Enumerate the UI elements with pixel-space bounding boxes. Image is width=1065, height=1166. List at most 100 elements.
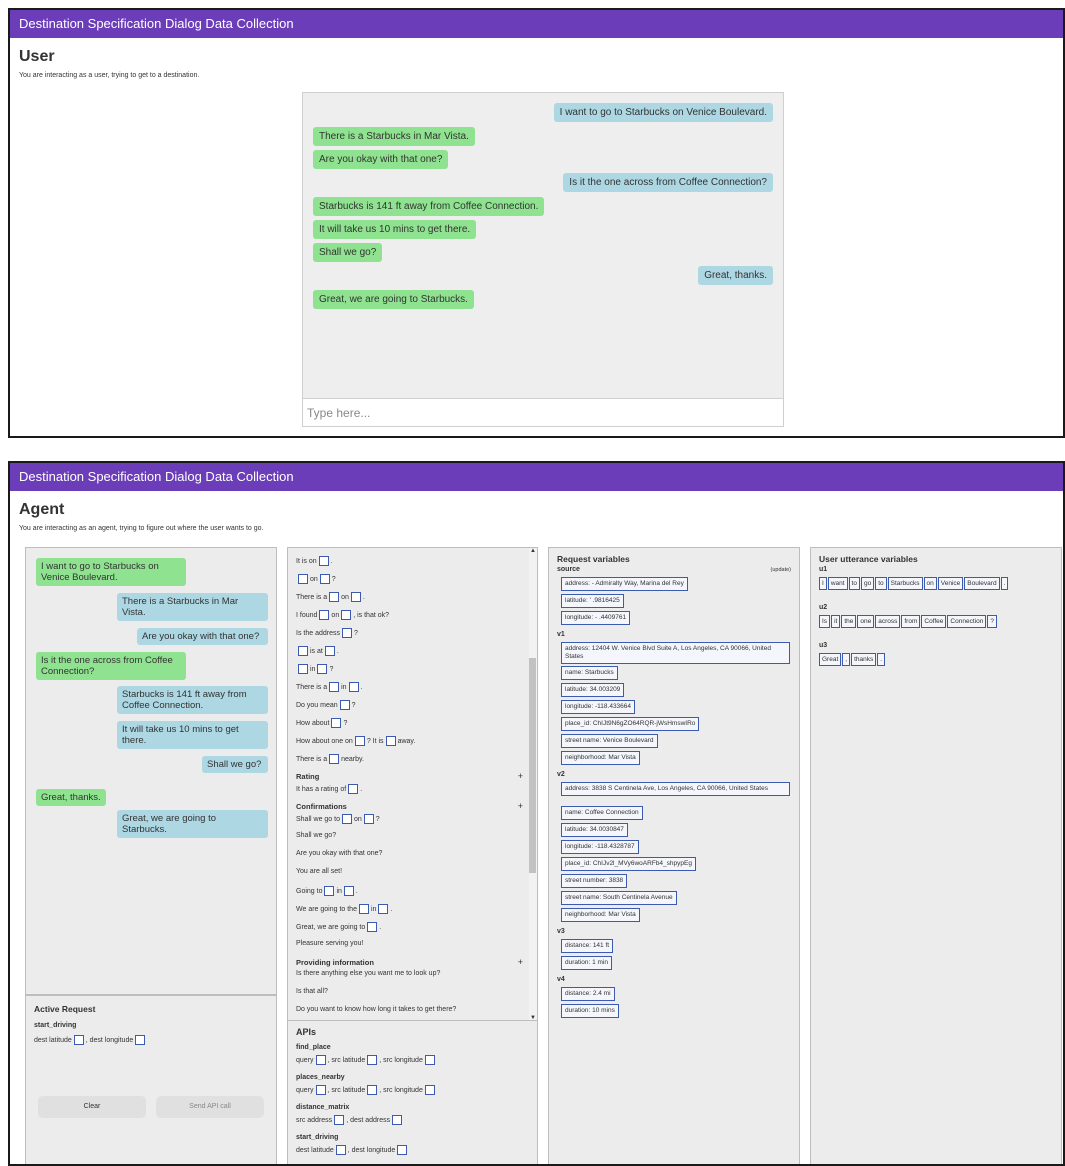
utterance-token[interactable]: it (831, 615, 841, 628)
request-variable[interactable]: latitude: 34.0030847 (561, 823, 628, 837)
request-variable[interactable]: distance: 2.4 mi (561, 987, 615, 1001)
utterance-token[interactable]: one (857, 615, 875, 628)
param-slot[interactable] (424, 1055, 435, 1065)
template-slot[interactable] (339, 700, 350, 710)
request-variable[interactable]: place_id: ChIJt9N6gZO64RQR-jWsHmswIRo (561, 717, 700, 731)
template-line[interactable]: I found on , is that ok? (296, 610, 389, 620)
template-line[interactable]: How about one on ? It is away. (296, 736, 415, 746)
utterance-token[interactable]: Coffee (921, 615, 947, 628)
request-variable[interactable]: address: 3838 S Centinela Ave, Los Angel… (561, 782, 790, 796)
param-slot[interactable] (315, 1085, 326, 1095)
template-line[interactable]: There is a nearby. (296, 754, 364, 764)
template-line[interactable]: Shall we go to on? (296, 814, 380, 824)
param-slot[interactable] (135, 1035, 146, 1045)
template-line[interactable]: on? (296, 574, 336, 584)
expand-icon[interactable]: + (518, 801, 523, 811)
utterance-token[interactable]: on (923, 577, 937, 590)
request-variable[interactable]: latitude: 34.003209 (561, 683, 625, 697)
template-line[interactable]: Is the address? (296, 628, 358, 638)
template-line[interactable]: Do you mean? (296, 700, 356, 710)
template-line[interactable]: There is a on. (296, 592, 365, 602)
request-variable[interactable]: latitude: ' .9816425 (561, 594, 624, 608)
scroll-thumb[interactable] (529, 658, 536, 873)
template-line[interactable]: Going to in. (296, 886, 358, 896)
request-variable[interactable]: address: - Admiralty Way, Marina del Rey (561, 577, 688, 591)
update-link[interactable]: (update) (771, 567, 792, 573)
clear-button[interactable]: Clear (38, 1096, 146, 1118)
template-line[interactable]: Is there anything else you want me to lo… (296, 970, 440, 977)
template-slot[interactable] (341, 814, 352, 824)
template-slot[interactable] (318, 556, 329, 566)
template-slot[interactable] (354, 736, 365, 746)
template-line[interactable]: There is a in. (296, 682, 363, 692)
utterance-token[interactable]: to (875, 577, 887, 590)
template-slot[interactable] (341, 628, 352, 638)
request-variable[interactable]: name: Coffee Connection (561, 806, 643, 820)
template-line[interactable]: It has a rating of. (296, 784, 362, 794)
utterance-token[interactable]: the (841, 615, 857, 628)
param-slot[interactable] (367, 1085, 378, 1095)
request-variable[interactable]: distance: 141 ft (561, 939, 614, 953)
template-slot[interactable] (363, 814, 374, 824)
scrollbar[interactable]: ▲ ▼ (529, 548, 537, 1021)
template-slot[interactable] (329, 682, 340, 692)
message-input[interactable]: Type here... (303, 398, 783, 426)
request-variable[interactable]: name: Starbucks (561, 666, 618, 680)
template-slot[interactable] (324, 886, 335, 896)
param-slot[interactable] (315, 1055, 326, 1065)
request-variable[interactable]: neighborhood: Mar Vista (561, 908, 640, 922)
template-slot[interactable] (298, 664, 308, 674)
utterance-token[interactable]: thanks (851, 653, 877, 666)
template-slot[interactable] (298, 646, 308, 656)
template-line[interactable]: in? (296, 664, 333, 674)
template-slot[interactable] (367, 922, 378, 932)
template-line[interactable]: How about? (296, 718, 347, 728)
param-slot[interactable] (334, 1115, 345, 1125)
request-variable[interactable]: place_id: ChIJv2l_MVy6woARFb4_shpypEg (561, 857, 696, 871)
param-slot[interactable] (424, 1085, 435, 1095)
request-variable[interactable]: neighborhood: Mar Vista (561, 751, 640, 765)
template-slot[interactable] (385, 736, 396, 746)
template-line[interactable]: Shall we go? (296, 832, 336, 839)
template-line[interactable]: Great, we are going to. (296, 922, 381, 932)
param-slot[interactable] (73, 1035, 84, 1045)
template-slot[interactable] (358, 904, 369, 914)
request-variable[interactable]: longitude: - .4409761 (561, 611, 631, 625)
param-slot[interactable] (392, 1115, 403, 1125)
template-slot[interactable] (341, 610, 352, 620)
request-variable[interactable]: street name: South Centinela Avenue (561, 891, 677, 905)
utterance-token[interactable]: ? (987, 615, 997, 628)
utterance-token[interactable]: across (875, 615, 901, 628)
utterance-token[interactable]: Starbucks (887, 577, 923, 590)
template-line[interactable]: You are all set! (296, 868, 342, 875)
expand-icon[interactable]: + (518, 771, 523, 781)
template-slot[interactable] (329, 592, 340, 602)
template-slot[interactable] (319, 574, 330, 584)
template-slot[interactable] (331, 718, 342, 728)
template-line[interactable]: is at. (296, 646, 339, 656)
template-slot[interactable] (324, 646, 335, 656)
template-line[interactable]: It is on. (296, 556, 333, 566)
request-variable[interactable]: duration: 1 min (561, 956, 612, 970)
template-line[interactable]: Are you okay with that one? (296, 850, 382, 857)
request-variable[interactable]: longitude: -118.433664 (561, 700, 636, 714)
expand-icon[interactable]: + (518, 957, 523, 967)
template-line[interactable]: Do you want to know how long it takes to… (296, 1006, 456, 1013)
utterance-token[interactable]: go (860, 577, 875, 590)
utterance-token[interactable]: I (819, 577, 827, 590)
utterance-token[interactable]: Is (819, 615, 831, 628)
utterance-token[interactable]: want (827, 577, 848, 590)
request-variable[interactable]: duration: 10 mins (561, 1004, 619, 1018)
request-variable[interactable]: address: 12404 W. Venice Blvd Suite A, L… (561, 642, 790, 664)
request-variable[interactable]: street name: Venice Boulevard (561, 734, 658, 748)
param-slot[interactable] (397, 1145, 408, 1155)
send-api-call-button[interactable]: Send API call (156, 1096, 264, 1118)
template-slot[interactable] (343, 886, 354, 896)
utterance-token[interactable]: to (848, 577, 860, 590)
utterance-token[interactable]: . (877, 653, 886, 666)
utterance-token[interactable]: , (842, 653, 851, 666)
request-variable[interactable]: street number: 3838 (561, 874, 628, 888)
template-slot[interactable] (298, 574, 308, 584)
utterance-token[interactable]: Boulevard (964, 577, 1000, 590)
scroll-up-icon[interactable]: ▲ (530, 548, 536, 554)
